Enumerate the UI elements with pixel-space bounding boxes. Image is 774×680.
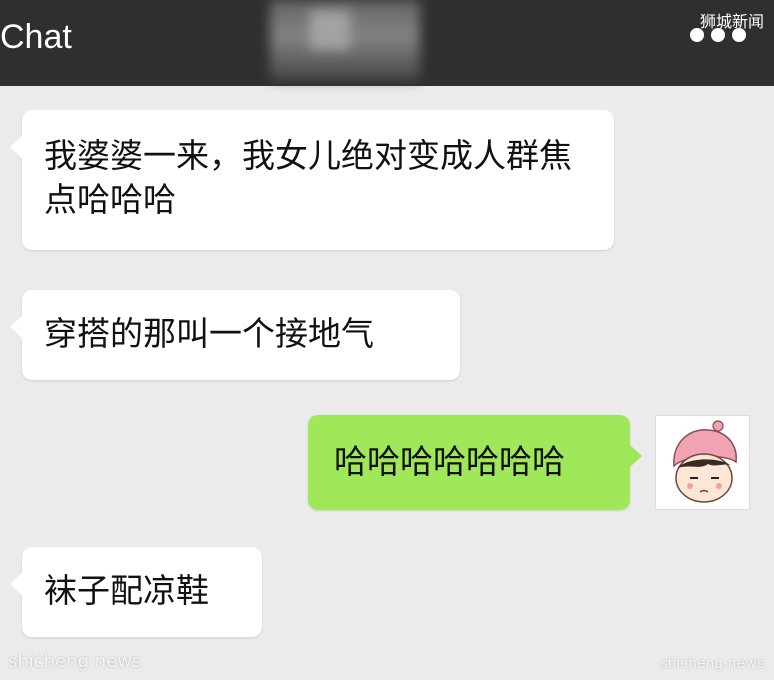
chat-header: Chat 狮城新闻 — [0, 0, 774, 86]
chat-title: Chat — [0, 18, 72, 56]
cartoon-girl-avatar-icon[interactable] — [655, 415, 750, 510]
message-bubble-received[interactable]: 穿搭的那叫一个接地气 — [10, 290, 460, 380]
watermark-bottom-left: shicheng news — [8, 651, 142, 672]
message-bubble-sent[interactable]: 哈哈哈哈哈哈哈 — [308, 415, 642, 510]
watermark-bottom-right: shicheng.news — [660, 656, 764, 672]
message-bubble-received[interactable]: 袜子配凉鞋 — [10, 547, 262, 637]
more-dots-icon[interactable] — [690, 28, 746, 42]
blurred-contact-avatar — [270, 0, 420, 80]
message-bubble-received[interactable]: 我婆婆一来，我女儿绝对变成人群焦点哈哈哈 — [10, 110, 614, 250]
